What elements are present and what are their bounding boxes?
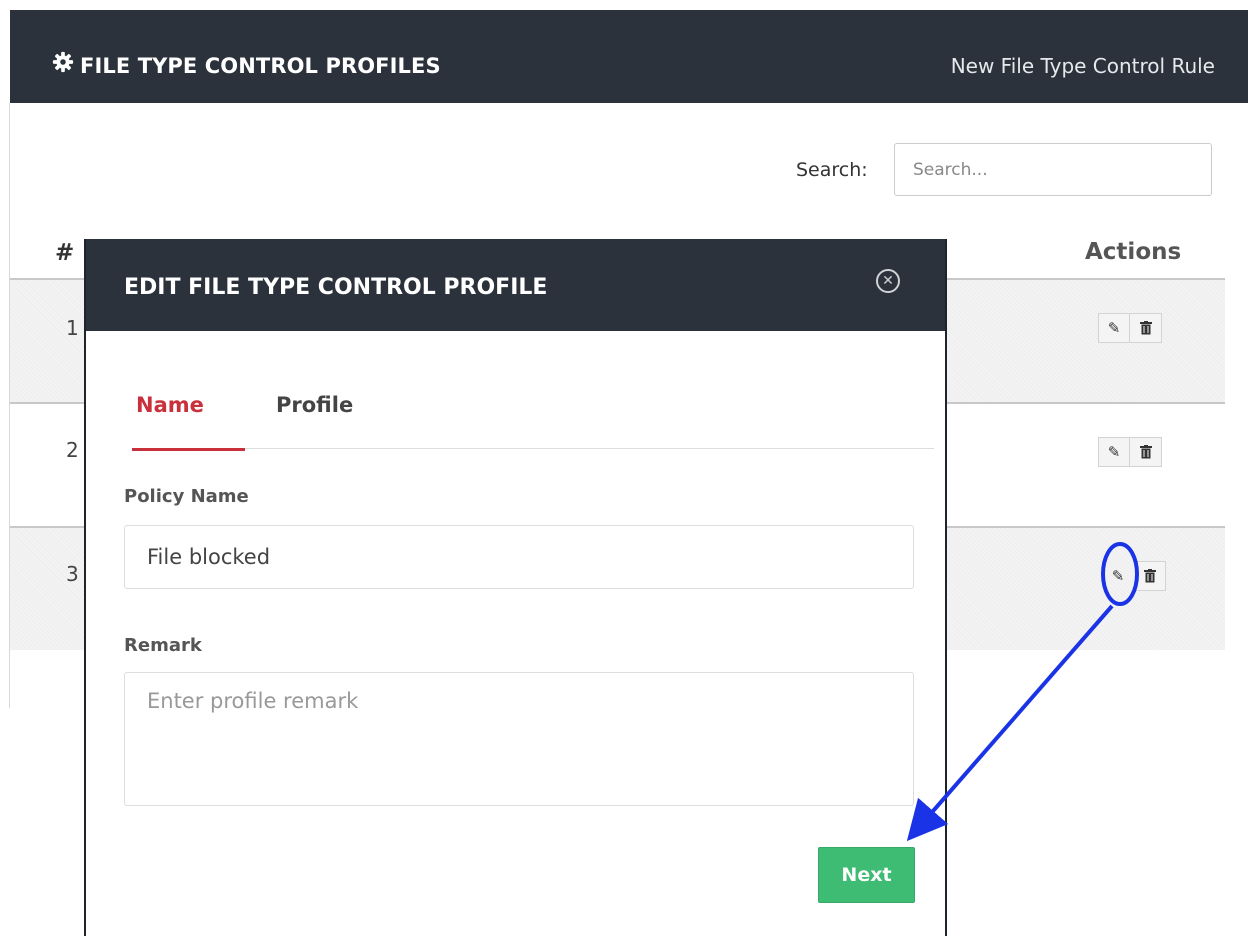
search-label: Search: bbox=[796, 159, 868, 181]
edit-button[interactable]: ✎ bbox=[1098, 313, 1130, 343]
trash-icon bbox=[1143, 569, 1156, 583]
pencil-icon: ✎ bbox=[1107, 443, 1121, 461]
pencil-icon: ✎ bbox=[1107, 319, 1121, 337]
policy-name-field[interactable] bbox=[124, 525, 914, 589]
tab-profile[interactable]: Profile bbox=[276, 393, 353, 417]
delete-button[interactable] bbox=[1130, 437, 1162, 467]
edit-profile-modal: EDIT FILE TYPE CONTROL PROFILE ✕ Name Pr… bbox=[84, 239, 947, 936]
page-title-text: FILE TYPE CONTROL PROFILES bbox=[80, 54, 441, 78]
trash-icon bbox=[1139, 321, 1152, 335]
edit-button[interactable]: ✎ bbox=[1102, 561, 1134, 591]
search-input[interactable] bbox=[894, 143, 1212, 196]
row-actions: ✎ bbox=[1098, 437, 1162, 467]
delete-button[interactable] bbox=[1134, 561, 1166, 591]
column-header-actions: Actions bbox=[1085, 239, 1182, 265]
row-number: 1 bbox=[66, 316, 79, 340]
remark-label: Remark bbox=[124, 635, 202, 656]
policy-name-label: Policy Name bbox=[124, 486, 249, 507]
top-bar: FILE TYPE CONTROL PROFILES New File Type… bbox=[10, 10, 1248, 103]
next-button[interactable]: Next bbox=[818, 847, 915, 903]
column-header-number: # bbox=[55, 240, 75, 266]
row-number: 2 bbox=[66, 438, 79, 462]
tab-name[interactable]: Name bbox=[136, 393, 204, 417]
remark-field[interactable] bbox=[124, 672, 914, 806]
gear-icon bbox=[52, 51, 74, 73]
new-rule-link[interactable]: New File Type Control Rule bbox=[951, 54, 1215, 78]
tab-divider bbox=[132, 448, 934, 449]
modal-header: EDIT FILE TYPE CONTROL PROFILE ✕ bbox=[86, 239, 945, 331]
active-tab-indicator bbox=[132, 448, 245, 451]
pencil-icon: ✎ bbox=[1111, 567, 1125, 585]
edit-button[interactable]: ✎ bbox=[1098, 437, 1130, 467]
row-actions: ✎ bbox=[1098, 313, 1162, 343]
delete-button[interactable] bbox=[1130, 313, 1162, 343]
row-number: 3 bbox=[66, 562, 79, 586]
modal-title: EDIT FILE TYPE CONTROL PROFILE bbox=[124, 275, 548, 300]
trash-icon bbox=[1139, 445, 1152, 459]
row-actions: ✎ bbox=[1102, 561, 1166, 591]
close-circle-icon[interactable]: ✕ bbox=[876, 269, 900, 293]
page-title: FILE TYPE CONTROL PROFILES bbox=[52, 51, 441, 78]
